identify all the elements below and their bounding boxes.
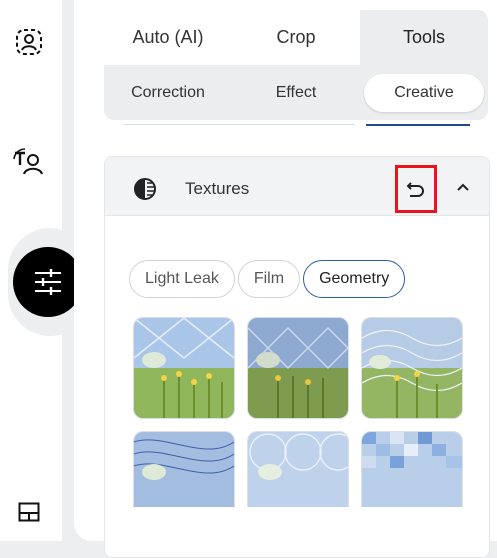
textures-title: Textures [185, 179, 250, 198]
tab-tools[interactable]: Tools [360, 10, 488, 65]
layout-icon[interactable] [13, 496, 45, 528]
texture-thumbnail[interactable] [133, 317, 235, 419]
texture-thumbnail[interactable] [247, 317, 349, 419]
text-person-icon[interactable] [13, 146, 45, 178]
undo-icon [406, 182, 424, 197]
textures-header[interactable]: Textures [105, 157, 489, 216]
divider [124, 124, 354, 125]
texture-categories: Light Leak Film Geometry [129, 260, 406, 298]
left-rail [0, 0, 92, 541]
main-tab-row: Auto (AI) Crop Tools [104, 10, 488, 65]
tab-effect[interactable]: Effect [232, 74, 360, 112]
tools-panel: Auto (AI) Crop Tools Correction Effect C… [74, 0, 497, 558]
tabs: Auto (AI) Crop Tools Correction Effect C… [104, 10, 488, 120]
tab-creative[interactable]: Creative [364, 73, 484, 112]
textures-icon [134, 178, 156, 200]
sliders-icon [35, 269, 61, 295]
chip-geometry[interactable]: Geometry [303, 260, 406, 298]
adjustments-button[interactable] [13, 247, 83, 317]
tab-auto-ai[interactable]: Auto (AI) [104, 10, 232, 65]
sub-tab-row: Correction Effect Creative [104, 65, 488, 120]
texture-thumbnail[interactable] [361, 317, 463, 419]
reset-button[interactable] [395, 165, 437, 213]
grid-clip [105, 507, 489, 557]
tab-crop[interactable]: Crop [232, 10, 360, 65]
chip-light-leak[interactable]: Light Leak [129, 260, 235, 298]
active-tab-indicator [366, 124, 470, 126]
tab-correction[interactable]: Correction [104, 74, 232, 112]
portrait-icon[interactable] [13, 26, 45, 58]
textures-section: Textures Light Leak Film Geometry [104, 156, 490, 558]
chip-film[interactable]: Film [237, 260, 301, 298]
chevron-up-icon[interactable] [455, 181, 471, 193]
